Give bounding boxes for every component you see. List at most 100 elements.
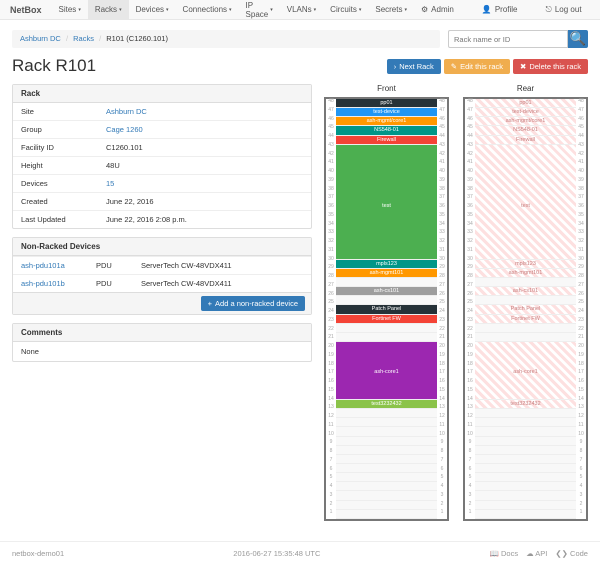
docs-link[interactable]: 📖 Docs [490,549,519,558]
rack-unit-device[interactable]: ash-mgmt101 [475,269,576,278]
chevron-down-icon: ▾ [119,7,122,13]
nonracked-device-link[interactable]: ash-pdu101a [21,261,65,270]
rack-unit-device[interactable]: Firewall [475,136,576,145]
rack-unit-device[interactable]: mpls123 [336,260,437,269]
rack-unit-device[interactable]: Patch Panel [475,305,576,314]
rack-unit-empty[interactable] [336,464,437,473]
rack-unit-device[interactable]: Fortinet FW [336,315,437,324]
nav-item-connections[interactable]: Connections ▾ [176,0,239,20]
rack-unit-empty[interactable] [475,501,576,510]
rack-unit-device[interactable]: ash-mgmt101 [336,269,437,278]
nav-item-vlans[interactable]: VLANs ▾ [280,0,323,20]
rack-unit-empty[interactable] [475,278,576,287]
nav-item-sites[interactable]: Sites ▾ [52,0,88,20]
user-icon: 👤 [482,5,492,14]
nav-item-ip-space[interactable]: IP Space ▾ [239,0,280,20]
rack-unit-device[interactable]: test [475,145,576,260]
rack-unit-empty[interactable] [336,501,437,510]
rack-unit-device[interactable]: pp01 [336,99,437,108]
rack-unit-empty[interactable] [475,409,576,418]
code-link[interactable]: ❮❯ Code [555,549,588,558]
rack-unit-device[interactable]: test [336,145,437,260]
nav-item-devices[interactable]: Devices ▾ [129,0,176,20]
rack-unit-empty[interactable] [475,510,576,519]
rack-row-last-updated: Last UpdatedJune 22, 2016 2:08 p.m. [13,210,311,228]
rack-front-frame: 4847464544434241403938373635343332313029… [324,97,449,521]
breadcrumb-section[interactable]: Racks [73,34,94,43]
rack-unit-empty[interactable] [336,437,437,446]
next-rack-button[interactable]: ›Next Rack [387,59,441,74]
nav-item-racks[interactable]: Racks ▾ [88,0,129,20]
breadcrumb-site[interactable]: Ashburn DC [20,34,61,43]
brand[interactable]: NetBox [0,5,52,15]
rack-unit-empty[interactable] [336,473,437,482]
rack-unit-empty[interactable] [475,446,576,455]
edit-rack-button[interactable]: ✎Edit this rack [444,59,510,74]
pencil-icon: ✎ [451,62,457,71]
nav-item-circuits[interactable]: Circuits ▾ [323,0,368,20]
search-button[interactable]: 🔍 [568,30,588,48]
logout-link[interactable]: ⎋Log out [539,0,589,20]
rack-unit-empty[interactable] [475,491,576,500]
rack-unit-device[interactable]: NS548-01 [475,126,576,135]
rack-unit-device[interactable]: pp01 [475,99,576,108]
rack-unit-device[interactable]: test-device [336,108,437,117]
rack-unit-empty[interactable] [336,482,437,491]
rack-unit-empty[interactable] [336,455,437,464]
nav-main: Sites ▾Racks ▾Devices ▾Connections ▾IP S… [52,0,414,20]
rack-unit-empty[interactable] [475,296,576,305]
rack-unit-empty[interactable] [336,446,437,455]
rack-unit-empty[interactable] [336,278,437,287]
rack-unit-empty[interactable] [475,427,576,436]
nonracked-device-link[interactable]: ash-pdu101b [21,279,65,288]
rack-unit-empty[interactable] [475,473,576,482]
rack-unit-empty[interactable] [336,418,437,427]
rack-unit-device[interactable]: test3232432 [475,400,576,409]
rack-unit-device[interactable]: NS548-01 [336,126,437,135]
rack-unit-device[interactable]: test3232432 [336,400,437,409]
rack-unit-empty[interactable] [336,427,437,436]
rack-unit-device[interactable]: mpls123 [475,260,576,269]
rack-unit-device[interactable]: ash-mgmt/core1 [336,117,437,126]
rack-unit-device[interactable]: Fortinet FW [475,315,576,324]
rack-unit-device[interactable]: ash-core1 [336,342,437,400]
rack-unit-device[interactable]: ash-mgmt/core1 [475,117,576,126]
footer-links: 📖 Docs ☁ API ❮❯ Code [490,549,588,558]
rack-unit-empty[interactable] [475,437,576,446]
nav-item-secrets[interactable]: Secrets ▾ [368,0,414,20]
search-input[interactable] [448,30,568,48]
rack-unit-device[interactable]: Patch Panel [336,305,437,314]
top-navbar: NetBox Sites ▾Racks ▾Devices ▾Connection… [0,0,600,20]
profile-link[interactable]: 👤Profile [475,0,525,20]
comments-title: Comments [13,324,311,342]
rack-unit-empty[interactable] [336,324,437,333]
api-link[interactable]: ☁ API [526,549,547,558]
rack-unit-empty[interactable] [336,409,437,418]
add-nonracked-button[interactable]: +Add a non-racked device [201,296,305,311]
trash-icon: ✖ [520,62,526,71]
rack-unit-device[interactable]: ash-cs101 [475,287,576,296]
code-icon: ❮❯ [555,549,568,558]
rack-unit-empty[interactable] [475,455,576,464]
nonracked-footer: +Add a non-racked device [13,292,311,314]
rack-unit-empty[interactable] [336,510,437,519]
rack-unit-empty[interactable] [475,324,576,333]
nonracked-row: ash-pdu101aPDUServerTech CW-48VDX411 [13,256,311,274]
delete-rack-button[interactable]: ✖Delete this rack [513,59,588,74]
footer-time: 2016-06-27 15:35:48 UTC [233,549,320,558]
rack-unit-empty[interactable] [475,418,576,427]
chevron-down-icon: ▾ [78,7,81,13]
rack-unit-device[interactable]: ash-core1 [475,342,576,400]
rack-unit-device[interactable]: ash-cs101 [336,287,437,296]
rack-unit-empty[interactable] [336,333,437,342]
rack-unit-empty[interactable] [475,333,576,342]
chevron-down-icon: ▾ [314,7,317,13]
admin-link[interactable]: ⚙Admin [414,0,461,20]
rack-unit-empty[interactable] [475,464,576,473]
rack-unit-device[interactable]: test-device [475,108,576,117]
gear-icon: ⚙ [421,5,428,14]
rack-unit-empty[interactable] [336,491,437,500]
rack-unit-empty[interactable] [336,296,437,305]
rack-unit-empty[interactable] [475,482,576,491]
rack-unit-device[interactable]: Firewall [336,136,437,145]
